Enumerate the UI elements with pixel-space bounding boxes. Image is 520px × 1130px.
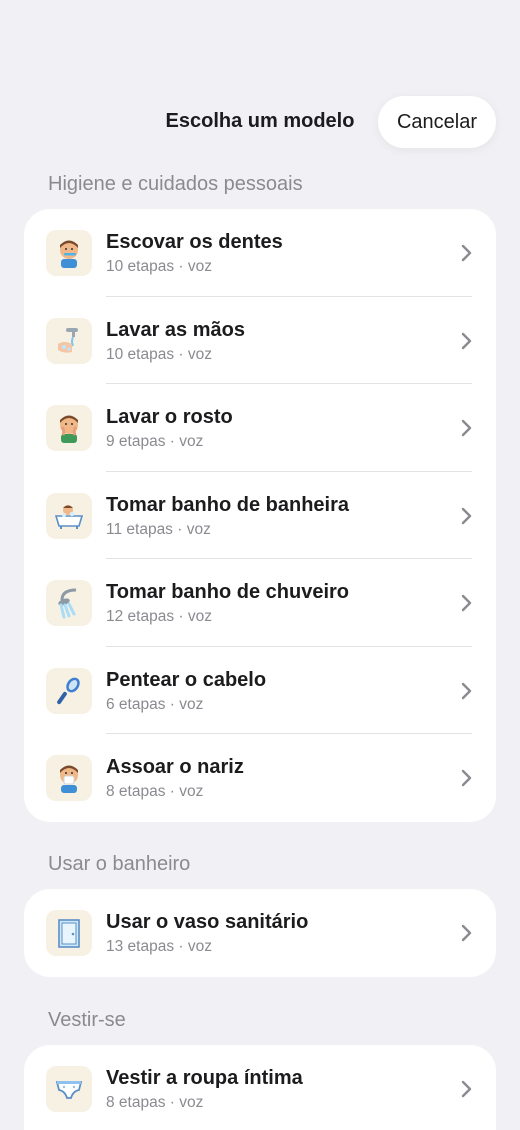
list-item-subtitle: 10 etapas · voz bbox=[106, 258, 212, 275]
list-item-assoar-nariz[interactable]: Assoar o nariz 8 etapas · voz bbox=[24, 734, 496, 822]
chevron-right-icon bbox=[461, 332, 472, 349]
bathroom-door-icon bbox=[46, 910, 92, 956]
shower-head-icon bbox=[46, 580, 92, 626]
list-item-title: Pentear o cabelo bbox=[106, 668, 267, 691]
toothbrush-child-icon bbox=[46, 230, 92, 276]
face-washing-child-icon bbox=[46, 405, 92, 451]
hand-washing-icon bbox=[46, 317, 92, 364]
list-item-title: Assoar o nariz bbox=[106, 756, 244, 778]
hairbrush-icon bbox=[46, 667, 92, 714]
nose-blowing-child-icon bbox=[46, 755, 92, 801]
list-item-banho-banheira[interactable]: Tomar banho de banheira 11 etapas · voz bbox=[24, 472, 496, 559]
list-item-title: Tomar banho de banheira bbox=[106, 493, 349, 516]
list-item-subtitle: 8 etapas · voz bbox=[106, 1094, 204, 1111]
section-card-bathroom: Usar o vaso sanitário 13 etapas · voz bbox=[24, 889, 496, 977]
section-card-dressing: Vestir a roupa íntima 8 etapas · voz bbox=[24, 1045, 496, 1130]
template-picker-screen: Escolha um modelo Cancelar Higiene e cui… bbox=[0, 0, 520, 1130]
list-item-subtitle: 9 etapas · voz bbox=[106, 433, 204, 450]
list-item-subtitle: 12 etapas · voz bbox=[106, 608, 212, 625]
list-item-escovar-dentes[interactable]: Escovar os dentes 10 etapas · voz bbox=[24, 209, 496, 297]
list-item-title: Lavar as mãos bbox=[106, 318, 245, 341]
list-item-subtitle: 10 etapas · voz bbox=[106, 345, 212, 363]
list-item-title: Vestir a roupa íntima bbox=[106, 1067, 303, 1089]
list-item-subtitle: 11 etapas · voz bbox=[106, 520, 211, 538]
list-item-title: Lavar o rosto bbox=[106, 406, 233, 428]
chevron-right-icon bbox=[461, 769, 472, 787]
list-item-subtitle: 6 etapas · voz bbox=[106, 695, 204, 713]
list-item-roupa-intima[interactable]: Vestir a roupa íntima 8 etapas · voz bbox=[24, 1045, 496, 1130]
list-item-title: Usar o vaso sanitário bbox=[106, 911, 309, 933]
chevron-right-icon bbox=[461, 924, 472, 942]
chevron-right-icon bbox=[461, 507, 472, 524]
list-item-pentear-cabelo[interactable]: Pentear o cabelo 6 etapas · voz bbox=[24, 647, 496, 734]
list-item-banho-chuveiro[interactable]: Tomar banho de chuveiro 12 etapas · voz bbox=[24, 559, 496, 647]
chevron-right-icon bbox=[461, 594, 472, 612]
list-item-title: Escovar os dentes bbox=[106, 231, 283, 253]
chevron-right-icon bbox=[461, 1080, 472, 1098]
section-title-dressing: Vestir-se bbox=[48, 1009, 126, 1031]
list-item-vaso-sanitario[interactable]: Usar o vaso sanitário 13 etapas · voz bbox=[24, 889, 496, 977]
section-title-hygiene: Higiene e cuidados pessoais bbox=[48, 173, 303, 195]
section-card-hygiene: Escovar os dentes 10 etapas · voz Lavar … bbox=[24, 209, 496, 822]
chevron-right-icon bbox=[461, 419, 472, 437]
chevron-right-icon bbox=[461, 244, 472, 262]
list-item-lavar-maos[interactable]: Lavar as mãos 10 etapas · voz bbox=[24, 297, 496, 384]
header: Escolha um modelo Cancelar bbox=[0, 96, 520, 150]
list-item-subtitle: 8 etapas · voz bbox=[106, 783, 204, 800]
chevron-right-icon bbox=[461, 682, 472, 699]
list-item-title: Tomar banho de chuveiro bbox=[106, 581, 349, 603]
underwear-icon bbox=[46, 1066, 92, 1112]
list-item-lavar-rosto[interactable]: Lavar o rosto 9 etapas · voz bbox=[24, 384, 496, 472]
section-title-bathroom: Usar o banheiro bbox=[48, 853, 191, 875]
list-item-subtitle: 13 etapas · voz bbox=[106, 938, 212, 955]
bathtub-child-icon bbox=[46, 492, 92, 539]
cancel-button[interactable]: Cancelar bbox=[377, 96, 496, 148]
